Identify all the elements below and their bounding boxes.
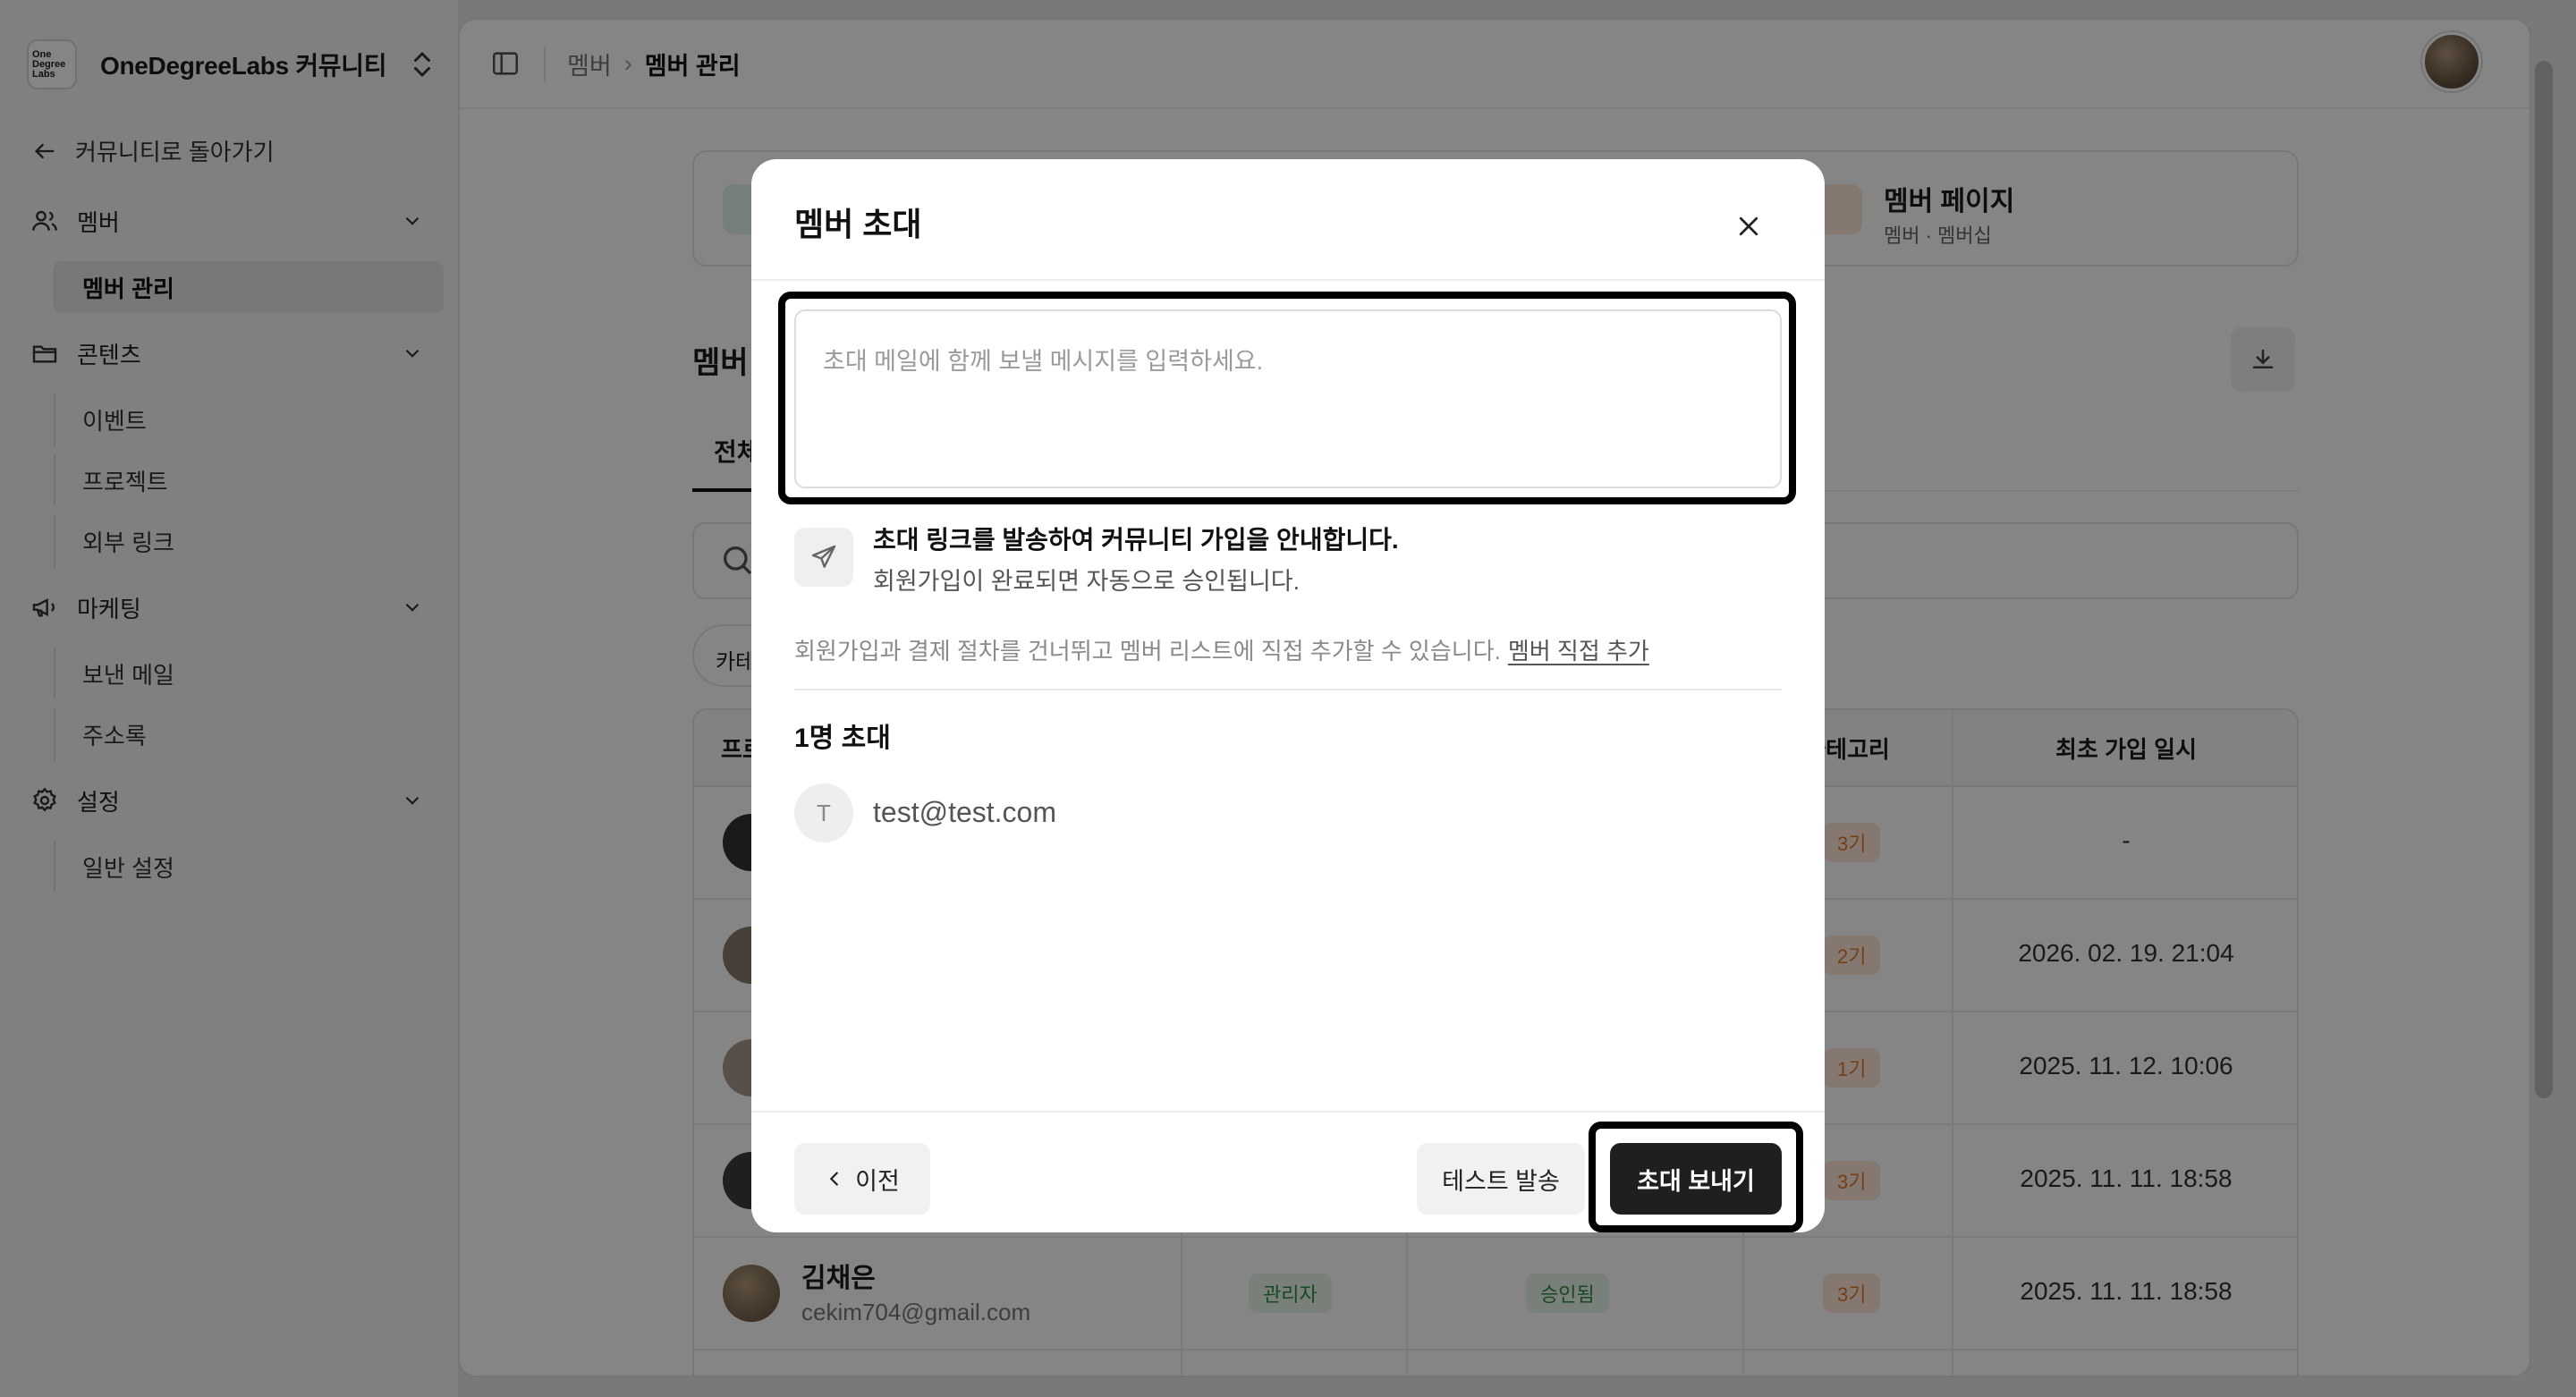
invite-info-subtitle: 회원가입이 완료되면 자동으로 승인됩니다.: [873, 568, 1301, 595]
add-member-directly-link[interactable]: 멤버 직접 추가: [1508, 638, 1649, 665]
chevron-left-icon: [829, 1172, 839, 1186]
modal-title: 멤버 초대: [794, 206, 922, 242]
divider: [751, 1111, 1825, 1113]
close-icon: [1739, 216, 1758, 236]
invite-count: 1명 초대: [794, 724, 891, 753]
invitee-avatar: T: [794, 783, 853, 842]
send-icon: [794, 528, 853, 587]
invite-message-input[interactable]: [794, 309, 1782, 488]
invitee-email: test@test.com: [873, 796, 1056, 828]
close-button[interactable]: [1726, 204, 1771, 249]
previous-label: 이전: [855, 1167, 900, 1195]
invite-member-modal: 멤버 초대 초대 링크를 발송하여 커뮤니티 가입을 안내합니다. 회원가입이 …: [751, 159, 1825, 1232]
send-invite-button[interactable]: 초대 보내기: [1610, 1143, 1782, 1215]
previous-button[interactable]: 이전: [794, 1143, 930, 1215]
direct-add-text: 회원가입과 결제 절차를 건너뛰고 멤버 리스트에 직접 추가할 수 있습니다.: [794, 638, 1501, 665]
divider: [794, 689, 1782, 690]
test-send-button[interactable]: 테스트 발송: [1417, 1143, 1585, 1215]
divider: [751, 279, 1825, 281]
invite-info-title: 초대 링크를 발송하여 커뮤니티 가입을 안내합니다.: [873, 526, 1399, 554]
direct-add-hint: 회원가입과 결제 절차를 건너뛰고 멤버 리스트에 직접 추가할 수 있습니다.…: [794, 633, 1649, 666]
